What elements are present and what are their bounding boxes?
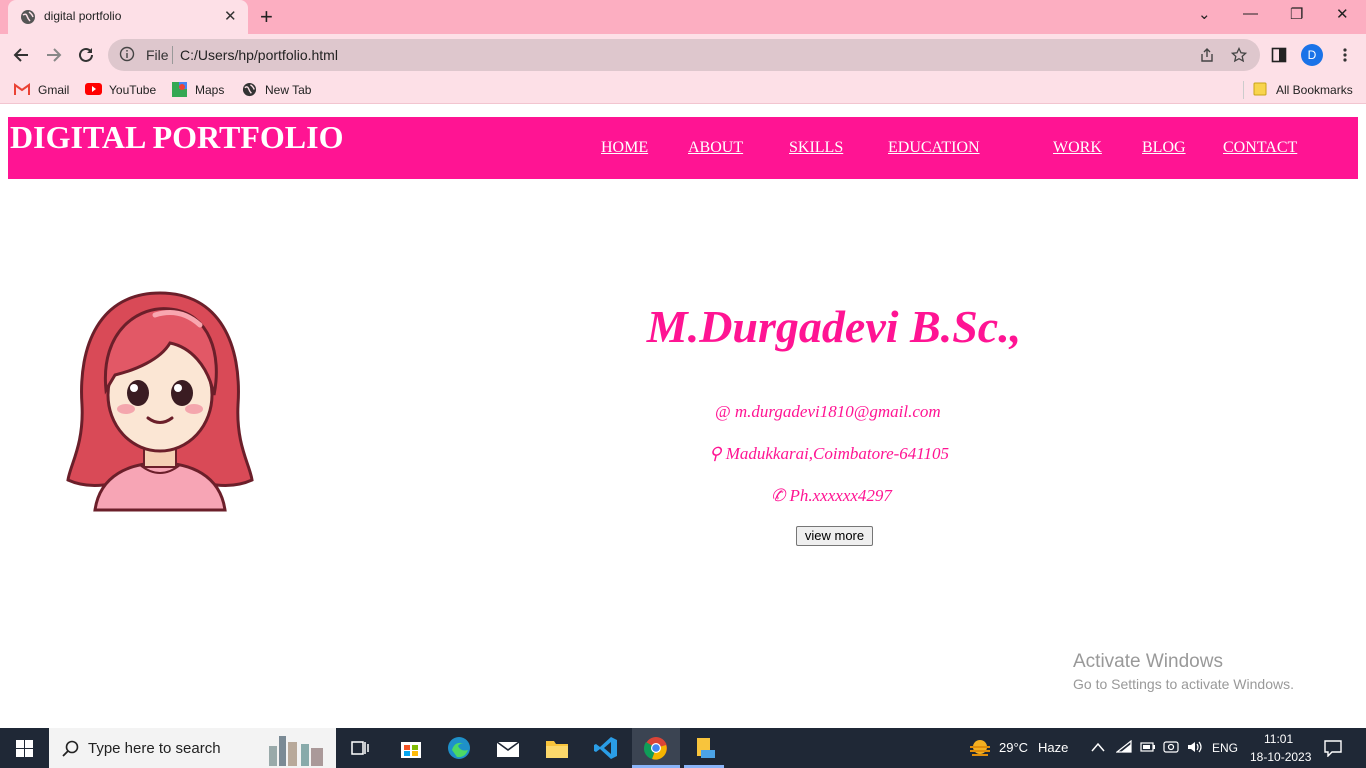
nav-skills[interactable]: SKILLS [789, 139, 843, 157]
phone-text: Ph.xxxxxx4297 [789, 486, 892, 505]
globe-icon [21, 10, 35, 24]
url-text[interactable]: C:/Users/hp/portfolio.html [180, 47, 338, 63]
bookmark-youtube[interactable]: YouTube [109, 83, 156, 97]
weather-temp[interactable]: 29°C [999, 740, 1028, 755]
sticky-files-icon[interactable] [694, 736, 718, 760]
location-text: Madukkarai,Coimbatore-641105 [725, 444, 950, 463]
site-brand: DIGITAL PORTFOLIO [10, 119, 344, 155]
bookmark-star-icon[interactable] [1231, 47, 1247, 63]
all-bookmarks[interactable]: All Bookmarks [1276, 83, 1353, 97]
taskbar-search-placeholder: Type here to search [88, 740, 221, 757]
haze-weather-icon [970, 740, 990, 756]
email-icon: @ [715, 402, 731, 421]
camera-icon[interactable] [1163, 740, 1179, 754]
back-arrow-icon[interactable] [12, 46, 30, 64]
bookmark-maps[interactable]: Maps [195, 83, 224, 97]
menu-kebab-icon[interactable] [1337, 47, 1353, 63]
share-icon[interactable] [1199, 47, 1215, 63]
nav-about[interactable]: ABOUT [688, 139, 743, 157]
battery-icon[interactable] [1140, 742, 1156, 752]
address-bar[interactable]: File C:/Users/hp/portfolio.html [108, 39, 1260, 71]
email-row: @ m.durgadevi1810@gmail.com [715, 402, 941, 422]
side-panel-icon[interactable] [1271, 47, 1287, 63]
chrome-icon[interactable] [644, 736, 668, 760]
windows-start-icon[interactable] [16, 740, 33, 757]
url-scheme-label: File [146, 47, 169, 63]
maps-icon [172, 82, 187, 97]
vscode-icon[interactable] [594, 736, 618, 760]
bookmark-new-tab[interactable]: New Tab [265, 83, 311, 97]
wifi-icon[interactable] [1116, 740, 1132, 754]
folder-icon [1253, 82, 1267, 96]
taskbar-search[interactable]: Type here to search [49, 728, 336, 768]
notifications-icon[interactable] [1324, 739, 1342, 757]
weather-desc[interactable]: Haze [1038, 740, 1068, 755]
chevron-up-icon[interactable] [1091, 742, 1105, 752]
close-window-button[interactable]: ✕ [1336, 5, 1349, 23]
clock-time[interactable]: 11:01 [1264, 732, 1293, 746]
volume-icon[interactable] [1186, 740, 1204, 754]
nav-contact[interactable]: CONTACT [1223, 139, 1297, 157]
activate-windows-subtitle: Go to Settings to activate Windows. [1073, 676, 1294, 692]
profile-illustration [66, 291, 254, 512]
gmail-icon [14, 83, 30, 95]
minimize-button[interactable]: — [1243, 5, 1258, 22]
clock-date[interactable]: 18-10-2023 [1250, 750, 1311, 764]
globe-icon [242, 82, 257, 97]
search-icon [62, 740, 79, 757]
info-icon[interactable] [119, 46, 135, 62]
restore-button[interactable]: ❐ [1290, 5, 1303, 23]
browser-tab[interactable]: digital portfolio ✕ [8, 0, 248, 34]
reload-icon[interactable] [77, 46, 95, 64]
profile-avatar[interactable]: D [1301, 44, 1323, 66]
url-separator [172, 46, 173, 64]
nav-home[interactable]: HOME [601, 139, 648, 157]
task-view-icon[interactable] [351, 739, 369, 757]
youtube-icon [85, 83, 102, 95]
location-row: ⚲ Madukkarai,Coimbatore-641105 [709, 444, 949, 464]
forward-arrow-icon[interactable] [45, 46, 63, 64]
email-text: m.durgadevi1810@gmail.com [734, 402, 941, 421]
phone-row: ✆ Ph.xxxxxx4297 [771, 486, 892, 506]
mail-icon[interactable] [496, 738, 520, 758]
file-explorer-icon[interactable] [545, 737, 569, 759]
new-tab-button[interactable]: + [260, 4, 273, 30]
bookmark-gmail[interactable]: Gmail [38, 83, 69, 97]
activate-windows-title: Activate Windows [1073, 651, 1223, 672]
language-indicator[interactable]: ENG [1212, 741, 1238, 755]
nav-blog[interactable]: BLOG [1142, 139, 1186, 157]
tab-search-icon[interactable]: ⌄ [1198, 5, 1211, 23]
view-more-button[interactable]: view more [796, 526, 873, 546]
location-pin-icon: ⚲ [709, 444, 722, 463]
edge-browser-icon[interactable] [447, 736, 471, 760]
tab-title: digital portfolio [44, 9, 122, 23]
nav-work[interactable]: WORK [1053, 139, 1102, 157]
nav-education[interactable]: EDUCATION [888, 139, 980, 157]
bookmarks-divider [1243, 81, 1244, 99]
microsoft-store-icon[interactable] [399, 736, 423, 760]
close-tab-icon[interactable]: ✕ [224, 7, 237, 25]
phone-icon: ✆ [771, 486, 786, 505]
profile-name: M.Durgadevi B.Sc., [646, 301, 1022, 352]
city-skyline-icon [269, 736, 323, 766]
